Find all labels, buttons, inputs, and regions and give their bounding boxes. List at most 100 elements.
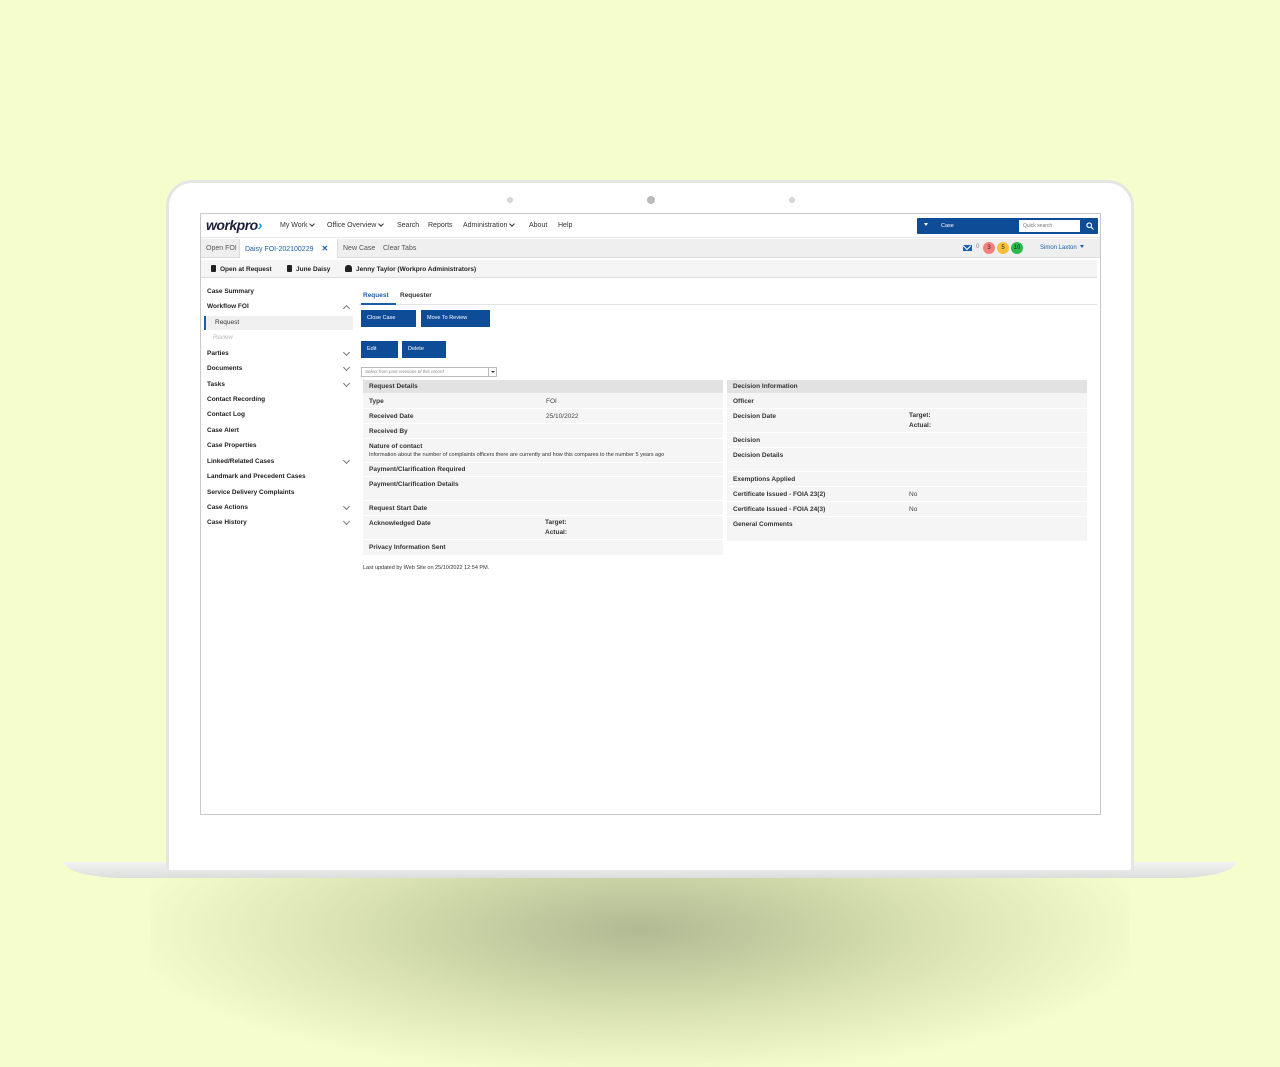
sidebar-item-case-properties[interactable]: Case Properties [207, 442, 257, 449]
chevron-down-icon [378, 221, 385, 227]
sensor-dot [789, 197, 795, 203]
case-status: Open at Request [211, 265, 272, 273]
sidebar-item-case-alert[interactable]: Case Alert [207, 427, 239, 434]
received-date-value: 25/10/2022 [546, 413, 579, 420]
chevron-down-icon[interactable] [342, 348, 351, 357]
sensor-dot [507, 197, 513, 203]
nature-of-contact-label: Nature of contact [369, 443, 423, 450]
tab-requester[interactable]: Requester [400, 292, 432, 299]
tab-open-foi[interactable]: Open FOI [201, 239, 242, 258]
sidebar-item-contact-recording[interactable]: Contact Recording [207, 396, 265, 403]
clipboard-icon [211, 265, 216, 272]
user-menu[interactable]: Simon Laxton [1040, 245, 1084, 251]
delete-button[interactable]: Delete [402, 341, 446, 358]
row-divider [727, 516, 1087, 517]
acknowledged-date-label: Acknowledged Date [369, 520, 431, 527]
chevron-down-icon[interactable] [342, 379, 351, 388]
case-owner[interactable]: Jenny Taylor (Workpro Administrators) [345, 265, 476, 273]
row-divider [363, 462, 723, 463]
edit-button[interactable]: Edit [361, 341, 398, 358]
sidebar-item-case-history[interactable]: Case History [207, 519, 247, 526]
acknowledged-target-label: Target: [545, 519, 567, 526]
privacy-info-sent-label: Privacy Information Sent [369, 544, 446, 551]
chevron-down-icon[interactable] [342, 502, 351, 511]
laptop-shadow [150, 870, 1130, 1067]
tab-daisy-foi[interactable]: Daisy FOI-202100229 ✕ [239, 239, 338, 258]
row-divider [727, 447, 1087, 448]
sidebar-item-parties[interactable]: Parties [207, 350, 229, 357]
mail-icon[interactable] [963, 245, 972, 251]
workpro-logo[interactable]: workpro› [206, 217, 262, 233]
sidebar-step-request[interactable]: Request [204, 316, 353, 330]
contact-card-icon [287, 265, 292, 272]
move-to-review-button[interactable]: Move To Review [421, 310, 490, 327]
received-by-label: Received By [369, 428, 408, 435]
acknowledged-actual-label: Actual: [545, 528, 568, 536]
webcam [647, 196, 655, 204]
chevron-down-icon[interactable] [342, 456, 351, 465]
last-updated-note: Last updated by Web Site on 25/10/2022 1… [363, 565, 490, 571]
type-label: Type [369, 398, 384, 405]
row-divider [363, 438, 723, 439]
decision-actual-label: Actual: [909, 421, 932, 429]
sidebar-item-case-actions[interactable]: Case Actions [207, 504, 248, 511]
search-type-label[interactable]: Case [941, 223, 954, 229]
decision-label: Decision [733, 437, 761, 444]
quick-search-bar: Case [917, 218, 1098, 234]
row-divider [727, 471, 1087, 472]
general-comments-label: General Comments [733, 521, 793, 528]
cert-foia-24-label: Certificate Issued - FOIA 24(3) [733, 506, 826, 513]
sidebar-step-review: Review [213, 335, 233, 341]
row-divider [363, 408, 723, 409]
chevron-down-icon [309, 221, 316, 227]
revision-select-placeholder: Select from past revisions of this recor… [365, 369, 444, 374]
dropdown-arrow-icon [488, 368, 496, 376]
tab-request[interactable]: Request [363, 292, 389, 299]
nature-of-contact-value: Information about the number of complain… [369, 452, 665, 458]
nav-administration[interactable]: Administration [463, 221, 516, 229]
row-divider [727, 408, 1087, 409]
officer-label: Officer [733, 398, 754, 405]
nav-my-work[interactable]: My Work [280, 221, 316, 229]
search-button[interactable] [1082, 218, 1098, 234]
cert-foia-24-value: No [909, 506, 918, 513]
alert-badge-red[interactable]: 3 [983, 242, 995, 254]
sidebar-item-linked-cases[interactable]: Linked/Related Cases [207, 458, 274, 465]
search-type-dropdown-icon[interactable] [924, 223, 928, 226]
close-tab-icon[interactable]: ✕ [321, 244, 328, 253]
nav-office-overview[interactable]: Office Overview [327, 221, 385, 229]
caret-down-icon [1079, 245, 1084, 248]
type-value: FOI [546, 398, 557, 405]
sidebar-item-workflow-foi[interactable]: Workflow FOI [207, 303, 249, 310]
sidebar-item-service-complaints[interactable]: Service Delivery Complaints [207, 489, 294, 496]
subtab-divider [359, 304, 1097, 305]
payment-details-label: Payment/Clarification Details [369, 481, 459, 488]
chevron-down-icon[interactable] [342, 363, 351, 372]
cert-foia-23-value: No [909, 491, 918, 498]
sidebar-item-documents[interactable]: Documents [207, 365, 242, 372]
sidebar-item-contact-log[interactable]: Contact Log [207, 411, 245, 418]
sidebar-item-tasks[interactable]: Tasks [207, 381, 225, 388]
sidebar-item-landmark-cases[interactable]: Landmark and Precedent Cases [207, 473, 306, 480]
case-contact[interactable]: June Daisy [287, 265, 330, 273]
chevron-down-icon[interactable] [342, 517, 351, 526]
decision-info-panel: Decision Information Officer Decision Da… [727, 380, 1087, 541]
alert-badge-amber[interactable]: 5 [997, 242, 1009, 254]
nav-about[interactable]: About [529, 222, 547, 229]
tab-new-case[interactable]: New Case [338, 239, 380, 258]
nav-search[interactable]: Search [397, 222, 419, 229]
sidebar-item-case-summary[interactable]: Case Summary [207, 288, 254, 295]
case-tabs-bar: Open FOI Daisy FOI-202100229 ✕ New Case C… [201, 239, 1100, 258]
chevron-up-icon[interactable] [342, 304, 351, 313]
request-start-date-label: Request Start Date [369, 505, 428, 512]
nav-reports[interactable]: Reports [428, 222, 453, 229]
row-divider [727, 501, 1087, 502]
nav-help[interactable]: Help [558, 222, 572, 229]
quick-search-input[interactable] [1019, 220, 1080, 232]
tab-clear-tabs[interactable]: Clear Tabs [378, 239, 421, 258]
row-divider [727, 432, 1087, 433]
alert-badge-green[interactable]: 10 [1011, 242, 1023, 254]
mail-count: 0 [976, 244, 980, 250]
revision-select[interactable]: Select from past revisions of this recor… [361, 367, 497, 377]
close-case-button[interactable]: Close Case [361, 310, 416, 327]
